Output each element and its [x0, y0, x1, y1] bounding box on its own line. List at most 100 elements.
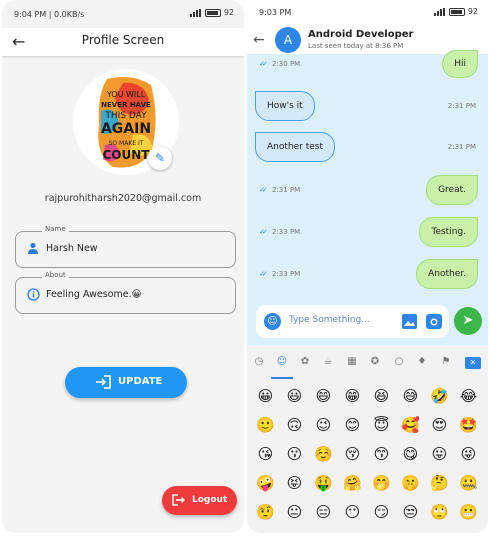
status-time: 9:03 PM [259, 8, 292, 17]
message-time: 2:33 PM [272, 228, 301, 236]
emoji-key[interactable]: 😂 [454, 382, 483, 411]
update-button-label: UPDATE [118, 376, 163, 387]
emoji-key[interactable]: 😶 [338, 498, 367, 527]
chat-screen: 9:03 PM 92 ← A Android Developer Last se… [247, 0, 488, 533]
emoji-picker: ◷ ☺ ✿ ☕ ▦ ✪ ○ ♦ ⚑ ✕ 😀 😃 😄 😁 😆 😅 🤣 😂 🙂 🙃 😉 😊 😇 🥰 😍 🤩 😘 😗 ☺️… [247, 345, 488, 533]
emoji-key[interactable]: 😒 [396, 498, 425, 527]
status-icons: 92 [433, 7, 478, 16]
message-row: How's it 2:31 PM [247, 91, 488, 121]
edit-avatar-button[interactable]: ✎ [148, 146, 172, 170]
back-arrow-icon[interactable]: ← [253, 30, 273, 50]
emoji-key[interactable]: 😇 [367, 411, 396, 440]
emoji-key[interactable]: 😑 [309, 498, 338, 527]
emoji-key[interactable]: ☺️ [309, 440, 338, 469]
emoji-key[interactable]: 😛 [425, 440, 454, 469]
pencil-icon: ✎ [154, 151, 166, 165]
emoji-key[interactable]: 🤗 [338, 469, 367, 498]
emoji-key[interactable]: 🤭 [367, 469, 396, 498]
emoji-key[interactable]: 😆 [367, 382, 396, 411]
message-row: ✓✓ 2:31 PM Great. [247, 175, 488, 205]
flag-icon[interactable]: ⚑ [437, 354, 455, 370]
emoji-key[interactable]: 😬 [454, 498, 483, 527]
person-icon [25, 242, 41, 258]
double-check-icon: ✓✓ [259, 186, 268, 194]
symbols-icon[interactable]: ♦ [413, 354, 431, 370]
smiley-icon[interactable]: ☺ [273, 354, 291, 370]
name-field[interactable]: Name Harsh New [15, 225, 236, 268]
message-input-bar[interactable]: ☺ Type Something... [256, 305, 449, 338]
message-bubble-outgoing[interactable]: Hii [442, 50, 478, 78]
emoji-key[interactable]: 😃 [280, 382, 309, 411]
about-field-label: About [42, 271, 69, 279]
emoji-key[interactable]: 😀 [251, 382, 280, 411]
emoji-key[interactable]: 😘 [251, 440, 280, 469]
emoji-key[interactable]: 😚 [338, 440, 367, 469]
send-button[interactable]: ➤ [454, 307, 482, 335]
emoji-key[interactable]: 😐 [280, 498, 309, 527]
app-bar: ← Profile Screen [2, 28, 244, 56]
food-icon[interactable]: ☕ [319, 354, 337, 370]
battery-level: 92 [223, 8, 234, 17]
emoji-key[interactable]: 🤐 [454, 469, 483, 498]
running-icon[interactable]: ✪ [366, 354, 384, 370]
message-bubble-outgoing[interactable]: Testing. [419, 217, 478, 247]
message-row: ✓✓ 2:33 PM Another. [247, 259, 488, 289]
emoji-key[interactable]: 😉 [309, 411, 338, 440]
emoji-key[interactable]: 🙄 [425, 498, 454, 527]
emoji-key[interactable]: 😜 [454, 440, 483, 469]
message-time: 2:31 PM [272, 186, 301, 194]
emoji-key[interactable]: 😗 [280, 440, 309, 469]
emoji-key[interactable]: 😊 [338, 411, 367, 440]
double-check-icon: ✓✓ [259, 60, 268, 68]
name-field-value: Harsh New [46, 243, 98, 254]
emoji-key[interactable]: 😄 [309, 382, 338, 411]
emoji-key[interactable]: 🤨 [251, 498, 280, 527]
emoji-key[interactable]: 🤩 [454, 411, 483, 440]
message-time: 2:33 PM [272, 270, 301, 278]
emoji-key[interactable]: 🙂 [251, 411, 280, 440]
info-icon [25, 288, 41, 304]
emoji-key[interactable]: 😅 [396, 382, 425, 411]
update-button[interactable]: UPDATE [65, 367, 187, 398]
bulb-icon[interactable]: ○ [390, 354, 408, 370]
emoji-key[interactable]: 😋 [396, 440, 425, 469]
emoji-key[interactable]: 😙 [367, 440, 396, 469]
message-bubble-outgoing[interactable]: Another. [416, 259, 478, 289]
battery-icon [448, 7, 465, 16]
emoji-key[interactable]: 😝 [280, 469, 309, 498]
emoji-key[interactable]: 🤣 [425, 382, 454, 411]
double-check-icon: ✓✓ [259, 228, 268, 236]
emoji-key[interactable]: 🙃 [280, 411, 309, 440]
emoji-toggle-icon[interactable]: ☺ [264, 313, 281, 330]
emoji-key[interactable]: 😁 [338, 382, 367, 411]
clock-icon[interactable]: ◷ [250, 354, 268, 370]
emoji-grid: 😀 😃 😄 😁 😆 😅 🤣 😂 🙂 🙃 😉 😊 😇 🥰 😍 🤩 😘 😗 ☺️ 😚 😙 😋 😛 😜 🤪 😝 🤑 🤗 🤭 🤫 🤔 🤐 🤨 😐 😑 😶 😏 😒 🙄… [251, 382, 485, 527]
status-bar: 9:04 PM | 0.0KB/s 92 [2, 0, 244, 28]
about-field[interactable]: About Feeling Awesome.😀 [15, 271, 236, 314]
building-icon[interactable]: ▦ [343, 354, 361, 370]
poster-line-6: COUNT [103, 148, 151, 162]
emoji-key[interactable]: 🥰 [396, 411, 425, 440]
message-bubble-incoming[interactable]: Another test [255, 132, 335, 162]
emoji-key[interactable]: 🤑 [309, 469, 338, 498]
message-input[interactable]: Type Something... [289, 315, 370, 325]
emoji-key[interactable]: 🤫 [396, 469, 425, 498]
profile-screen: 9:04 PM | 0.0KB/s 92 ← Profile Screen YO… [2, 0, 244, 533]
active-tab-indicator [271, 377, 293, 379]
emoji-key[interactable]: 🤔 [425, 469, 454, 498]
contact-name[interactable]: Android Developer [308, 29, 413, 40]
emoji-key[interactable]: 🤪 [251, 469, 280, 498]
message-row: ✓✓ 2:33 PM Testing. [247, 217, 488, 247]
image-icon[interactable] [402, 314, 417, 329]
logout-button[interactable]: Logout [162, 486, 237, 515]
emoji-key[interactable]: 😍 [425, 411, 454, 440]
send-icon: ➤ [462, 313, 474, 328]
camera-icon[interactable] [426, 314, 442, 329]
message-bubble-incoming[interactable]: How's it [255, 91, 315, 121]
message-bubble-outgoing[interactable]: Great. [426, 175, 478, 205]
paw-icon[interactable]: ✿ [296, 354, 314, 370]
emoji-key[interactable]: 😏 [367, 498, 396, 527]
message-time: 2:30 PM [272, 60, 301, 68]
poster-line-5: SO MAKE IT [109, 140, 144, 147]
backspace-icon[interactable]: ✕ [465, 357, 481, 369]
